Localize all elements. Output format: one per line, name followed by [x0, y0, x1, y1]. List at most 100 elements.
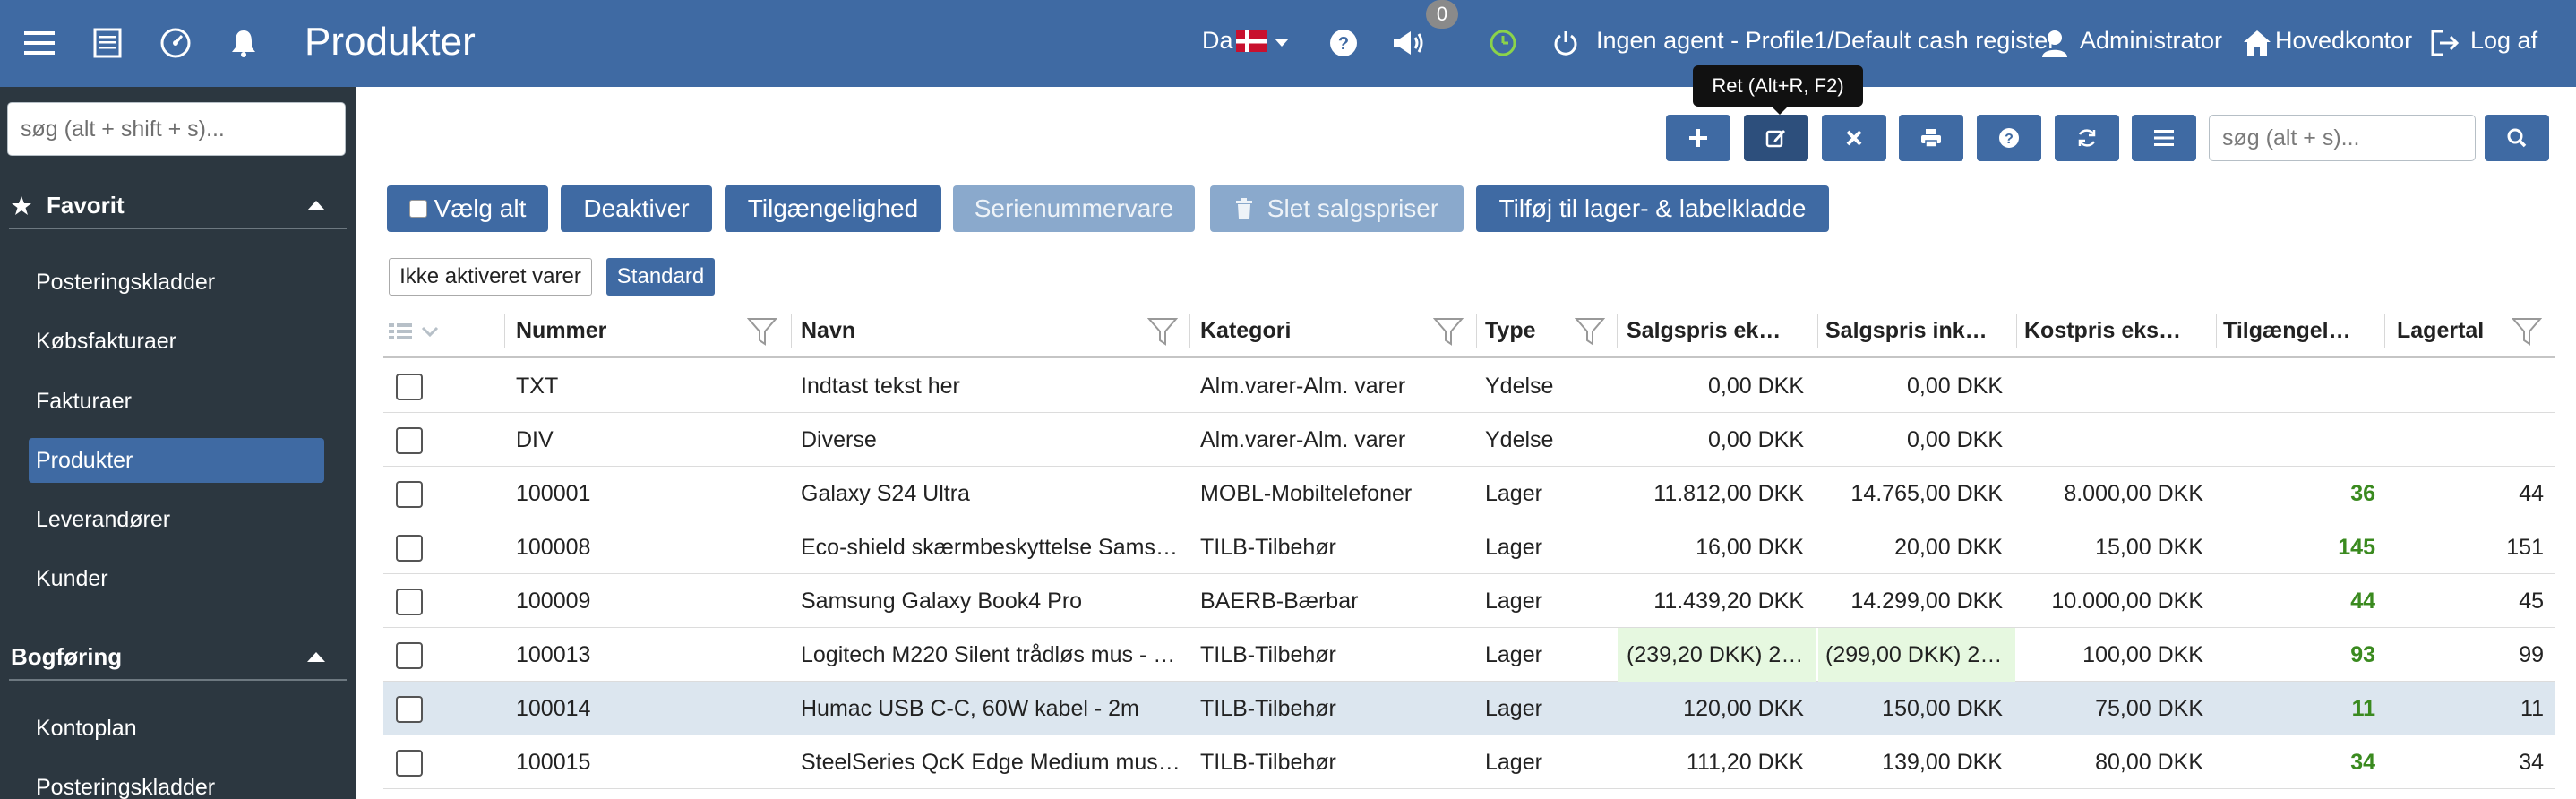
- refresh-button[interactable]: [2055, 115, 2119, 161]
- user-icon: [2035, 23, 2074, 63]
- row-checkbox[interactable]: [396, 642, 423, 669]
- edit-icon: [1765, 130, 1785, 148]
- cell-nummer: TXT: [516, 374, 559, 399]
- cell-type: Lager: [1485, 481, 1542, 506]
- row-checkbox[interactable]: [396, 481, 423, 508]
- table-row[interactable]: 100008 Eco-shield skærmbeskyttelse Samsu…: [383, 520, 2555, 574]
- table-row[interactable]: 100001 Galaxy S24 Ultra MOBL-Mobiltelefo…: [383, 467, 2555, 520]
- serial-number-button[interactable]: Serienummervare: [953, 185, 1195, 232]
- column-header-tilgaengelig[interactable]: Tilgængel…: [2223, 303, 2384, 358]
- column-header-lagertal[interactable]: Lagertal: [2397, 303, 2495, 358]
- cell-nummer: 100015: [516, 750, 591, 775]
- sidebar-section-bogfoering[interactable]: Bogføring: [0, 634, 356, 679]
- row-checkbox[interactable]: [396, 696, 423, 723]
- sidebar-item-koebsfakturaer[interactable]: Købsfakturaer: [29, 319, 324, 364]
- menu-button[interactable]: [2132, 115, 2196, 161]
- delete-sales-prices-label: Slet salgspriser: [1267, 194, 1439, 222]
- help-circle-icon[interactable]: ?: [1324, 23, 1363, 63]
- print-icon: [1921, 129, 1941, 148]
- table-row[interactable]: TXT Indtast tekst her Alm.varer-Alm. var…: [383, 359, 2555, 413]
- deactivate-button[interactable]: Deaktiver: [561, 185, 712, 232]
- column-header-nummer[interactable]: Nummer: [516, 303, 776, 358]
- table-row[interactable]: 100013 Logitech M220 Silent trådløs mus …: [383, 628, 2555, 682]
- language-selector[interactable]: Da: [1202, 27, 1233, 55]
- sidebar-item-posteringskladder[interactable]: Posteringskladder: [29, 260, 324, 305]
- row-checkbox[interactable]: [396, 535, 423, 562]
- sidebar-item-kunder[interactable]: Kunder: [29, 556, 324, 601]
- add-to-stock-label-button[interactable]: Tilføj til lager- & labelkladde: [1476, 185, 1829, 232]
- row-checkbox[interactable]: [396, 427, 423, 454]
- sidebar-section-title: Bogføring: [11, 643, 123, 670]
- column-header-type[interactable]: Type: [1485, 303, 1584, 358]
- collapse-caret-icon[interactable]: [307, 652, 325, 662]
- filter-funnel-icon[interactable]: [1147, 316, 1178, 347]
- dashboard-icon[interactable]: [156, 23, 195, 63]
- collapse-caret-icon[interactable]: [307, 201, 325, 210]
- cell-kostpris: 75,00 DKK: [2095, 696, 2203, 721]
- logout-link[interactable]: Log af: [2470, 27, 2537, 55]
- agent-status[interactable]: Ingen agent - Profile1/Default cash regi…: [1596, 27, 2056, 55]
- cell-navn: SteelSeries QcK Edge Medium musemåtte: [801, 750, 1184, 775]
- cell-nummer: 100009: [516, 589, 591, 614]
- filter-funnel-icon[interactable]: [2512, 316, 2542, 347]
- column-header-kategori[interactable]: Kategori: [1200, 303, 1433, 358]
- megaphone-icon[interactable]: [1388, 23, 1428, 63]
- filter-inactive-products[interactable]: Ikke aktiveret varer: [389, 258, 592, 296]
- product-search-input[interactable]: [2209, 115, 2476, 161]
- column-header-kostpris-eks[interactable]: Kostpris eks…: [2024, 303, 2212, 358]
- delete-sales-prices-button[interactable]: Slet salgspriser: [1210, 185, 1464, 232]
- power-icon[interactable]: [1546, 23, 1585, 63]
- hamburger-menu-icon[interactable]: [20, 23, 59, 63]
- column-chooser-icon[interactable]: [389, 322, 412, 340]
- location-selector[interactable]: Hovedkontor: [2275, 27, 2412, 55]
- filter-funnel-icon[interactable]: [1575, 316, 1605, 347]
- cell-tilgaengelig: 93: [2350, 642, 2375, 667]
- availability-button[interactable]: Tilgængelighed: [725, 185, 941, 232]
- filter-funnel-icon[interactable]: [1433, 316, 1464, 347]
- cell-salgspris-eks: 16,00 DKK: [1696, 535, 1804, 560]
- help-button[interactable]: ?: [1977, 115, 2041, 161]
- chevron-down-icon[interactable]: [421, 326, 439, 337]
- column-header-salgspris-ink[interactable]: Salgspris ink…: [1825, 303, 2014, 358]
- cell-lagertal: 44: [2519, 481, 2544, 506]
- table-row[interactable]: 100014 Humac USB C-C, 60W kabel - 2m TIL…: [383, 682, 2555, 735]
- svg-text:?: ?: [2005, 132, 2014, 147]
- row-checkbox[interactable]: [396, 374, 423, 400]
- column-divider: [1476, 314, 1477, 348]
- clock-icon[interactable]: [1483, 23, 1523, 63]
- list-icon[interactable]: [88, 23, 127, 63]
- search-button[interactable]: [2485, 115, 2549, 161]
- chevron-down-icon[interactable]: [1275, 39, 1289, 47]
- bell-icon[interactable]: [224, 23, 263, 63]
- cell-salgspris-ink: 0,00 DKK: [1906, 427, 2003, 452]
- sidebar-search-input[interactable]: [7, 102, 346, 156]
- table-row[interactable]: 100015 SteelSeries QcK Edge Medium musem…: [383, 735, 2555, 789]
- print-button[interactable]: [1899, 115, 1963, 161]
- sidebar-item-kontoplan[interactable]: Kontoplan: [29, 706, 324, 751]
- cell-lagertal: 34: [2519, 750, 2544, 775]
- select-all-button[interactable]: Vælg alt: [387, 185, 548, 232]
- column-divider: [1617, 314, 1618, 348]
- edit-button[interactable]: [1744, 115, 1808, 161]
- sidebar-item-posteringskladder-2[interactable]: Posteringskladder: [29, 765, 324, 799]
- column-header-navn[interactable]: Navn: [801, 303, 1159, 358]
- table-row[interactable]: 100009 Samsung Galaxy Book4 Pro BAERB-Bæ…: [383, 574, 2555, 628]
- checkbox-icon: [408, 200, 427, 218]
- filter-standard[interactable]: Standard: [606, 258, 715, 296]
- cell-navn: Logitech M220 Silent trådløs mus - sort: [801, 642, 1184, 667]
- row-checkbox[interactable]: [396, 589, 423, 615]
- svg-text:?: ?: [1338, 34, 1349, 54]
- delete-button[interactable]: [1822, 115, 1886, 161]
- filter-funnel-icon[interactable]: [747, 316, 777, 347]
- sidebar-section-favorit[interactable]: Favorit: [0, 183, 356, 228]
- user-menu[interactable]: Administrator: [2080, 27, 2222, 55]
- table-row[interactable]: DIV Diverse Alm.varer-Alm. varer Ydelse …: [383, 413, 2555, 467]
- sidebar-item-leverandoerer[interactable]: Leverandører: [29, 497, 324, 542]
- cell-navn: Humac USB C-C, 60W kabel - 2m: [801, 696, 1139, 721]
- sidebar-item-fakturaer[interactable]: Fakturaer: [29, 379, 324, 424]
- sidebar-item-produkter[interactable]: Produkter: [29, 438, 324, 483]
- cell-tilgaengelig: 11: [2351, 696, 2375, 721]
- row-checkbox[interactable]: [396, 750, 423, 777]
- add-button[interactable]: [1666, 115, 1730, 161]
- column-header-salgspris-eks[interactable]: Salgspris ek…: [1627, 303, 1815, 358]
